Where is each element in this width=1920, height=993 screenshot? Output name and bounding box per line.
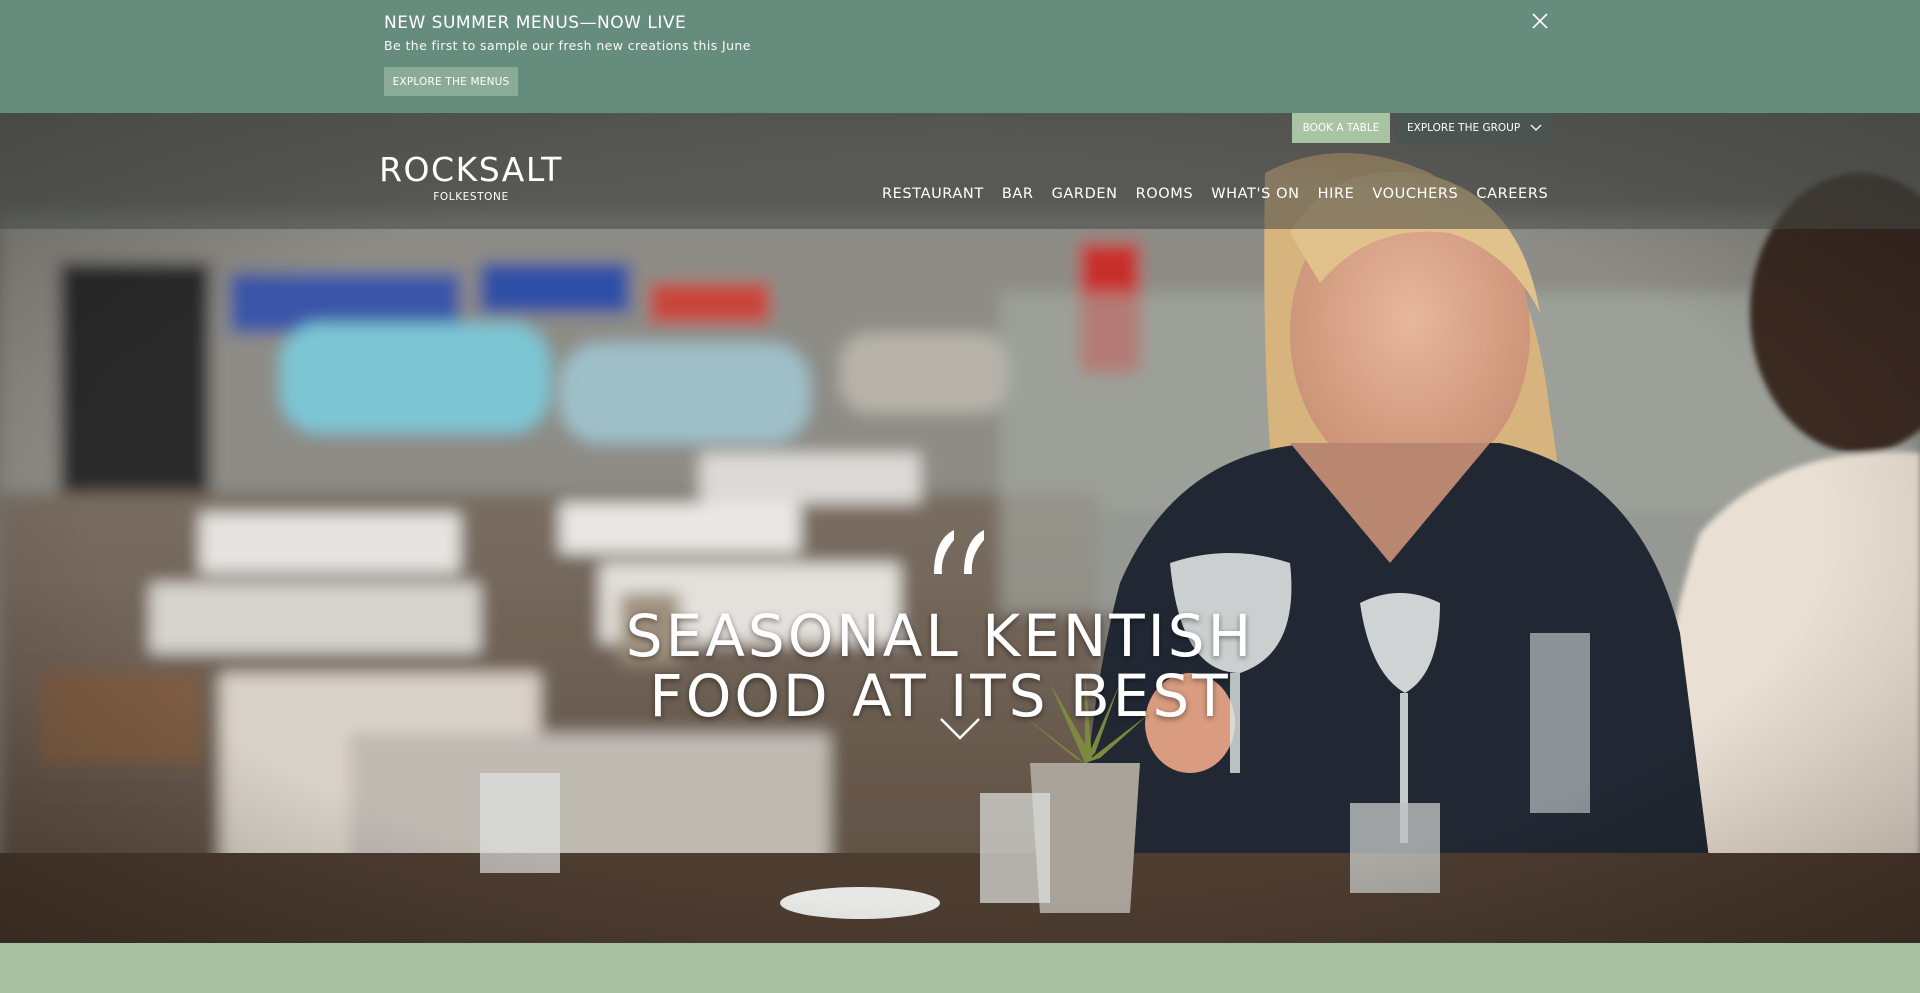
close-icon[interactable] (1531, 12, 1549, 30)
main-nav: RESTAURANT BAR GARDEN ROOMS WHAT'S ON HI… (882, 186, 1548, 202)
book-table-button[interactable]: BOOK A TABLE (1292, 113, 1390, 143)
rocksalt-logo[interactable]: ROCKSALT FOLKESTONE (371, 153, 571, 203)
explore-group-dropdown[interactable]: EXPLORE THE GROUP (1395, 113, 1550, 143)
nav-item-whats-on[interactable]: WHAT'S ON (1211, 186, 1299, 202)
nav-item-garden[interactable]: GARDEN (1052, 186, 1118, 202)
nav-item-hire[interactable]: HIRE (1318, 186, 1355, 202)
announcement-banner: NEW SUMMER MENUS—NOW LIVE Be the first t… (0, 0, 1920, 113)
nav-item-vouchers[interactable]: VOUCHERS (1372, 186, 1458, 202)
hero-headline: SEASONAL KENTISH FOOD AT ITS BEST (560, 606, 1320, 726)
site-header (0, 113, 1920, 229)
nav-item-careers[interactable]: CAREERS (1476, 186, 1548, 202)
banner-title: NEW SUMMER MENUS—NOW LIVE (384, 13, 687, 33)
explore-menus-button[interactable]: EXPLORE THE MENUS (384, 67, 518, 96)
explore-group-label: EXPLORE THE GROUP (1407, 122, 1521, 134)
hero-headline-line1: SEASONAL KENTISH (625, 602, 1255, 670)
logo-wordmark: ROCKSALT (379, 150, 563, 189)
nav-item-rooms[interactable]: ROOMS (1136, 186, 1194, 202)
nav-item-restaurant[interactable]: RESTAURANT (882, 186, 984, 202)
logo-location: FOLKESTONE (433, 191, 509, 203)
chevron-down-icon (1530, 124, 1542, 131)
nav-item-bar[interactable]: BAR (1002, 186, 1034, 202)
quote-icon (934, 530, 984, 574)
chevron-down-icon[interactable] (939, 716, 981, 742)
banner-subtitle: Be the first to sample our fresh new cre… (384, 38, 751, 53)
page-bottom-strip (0, 943, 1920, 993)
